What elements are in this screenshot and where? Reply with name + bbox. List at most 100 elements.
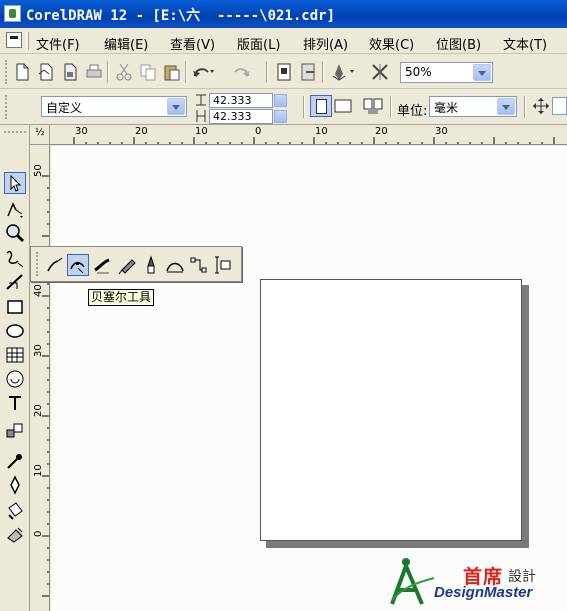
page-layout-icon[interactable] bbox=[362, 95, 384, 117]
interactive-connector-icon[interactable] bbox=[188, 254, 210, 276]
menu-effects[interactable]: 效果(C) bbox=[369, 34, 414, 53]
interactive-fill-tool-icon[interactable] bbox=[4, 524, 26, 546]
bezier-icon bbox=[70, 262, 85, 274]
ruler-origin[interactable]: ½ bbox=[30, 125, 50, 145]
import-icon[interactable] bbox=[274, 62, 294, 82]
pen-icon[interactable] bbox=[116, 254, 138, 276]
freehand-icon[interactable] bbox=[44, 254, 66, 276]
ruler-label: 30 bbox=[435, 126, 448, 137]
artistic-media-icon[interactable] bbox=[92, 254, 114, 276]
height-field[interactable]: 42.333 mm bbox=[209, 109, 273, 137]
toolbox-grip[interactable] bbox=[4, 131, 26, 137]
portrait-icon bbox=[316, 99, 327, 114]
toolbar-separator bbox=[303, 96, 305, 118]
paste-icon[interactable] bbox=[162, 62, 182, 82]
width-spinner[interactable] bbox=[273, 94, 299, 123]
app-icon[interactable] bbox=[4, 5, 21, 22]
flyout-grip[interactable] bbox=[36, 252, 40, 276]
width-field[interactable]: 42.333 mm bbox=[209, 93, 273, 121]
nudge-field[interactable] bbox=[552, 97, 567, 115]
toolbar-separator bbox=[390, 96, 392, 118]
export-icon[interactable] bbox=[298, 62, 318, 82]
ruler-label: 20 bbox=[375, 126, 388, 137]
menu-view[interactable]: 查看(V) bbox=[170, 34, 215, 53]
ruler-label: 0 bbox=[255, 126, 262, 137]
ruler-corner-label: ½ bbox=[35, 127, 45, 138]
save-icon[interactable] bbox=[60, 62, 80, 82]
toolbar-separator bbox=[266, 61, 268, 83]
window-title: CorelDRAW 12 - [E:\六 -----\021.cdr] bbox=[26, 8, 336, 24]
units-select[interactable]: 毫米 bbox=[429, 96, 517, 117]
height-spinner[interactable] bbox=[273, 110, 299, 139]
horizontal-ruler[interactable]: 30 20 10 0 10 20 30 bbox=[50, 125, 567, 145]
title-bar: CorelDRAW 12 - [E:\六 -----\021.cdr] bbox=[0, 0, 567, 28]
toolbar-separator bbox=[107, 61, 109, 83]
print-icon[interactable] bbox=[84, 62, 104, 82]
options-icon[interactable] bbox=[370, 62, 390, 82]
launcher-icon[interactable] bbox=[329, 62, 357, 82]
chevron-down-icon[interactable] bbox=[473, 64, 491, 81]
undo-icon[interactable] bbox=[191, 62, 215, 82]
text-tool-icon[interactable] bbox=[4, 392, 26, 414]
ruler-label: 20 bbox=[33, 404, 44, 417]
units-label: 单位: bbox=[397, 104, 428, 119]
menu-arrange[interactable]: 排列(A) bbox=[303, 34, 348, 53]
propbar-grip[interactable] bbox=[5, 95, 8, 119]
three-point-curve-icon[interactable] bbox=[164, 254, 186, 276]
chevron-down-icon[interactable] bbox=[167, 98, 185, 115]
zoom-tool-icon[interactable] bbox=[4, 222, 26, 244]
watermark-text-cn-small: 設計 bbox=[508, 569, 536, 585]
smart-fill-tool-icon[interactable] bbox=[4, 271, 26, 293]
page-size-value: 自定义 bbox=[46, 101, 83, 115]
toolbar-grip[interactable] bbox=[5, 60, 8, 84]
pick-tool[interactable] bbox=[4, 172, 26, 194]
basic-shapes-tool-icon[interactable] bbox=[4, 368, 26, 390]
menu-layout[interactable]: 版面(L) bbox=[237, 34, 280, 53]
toolbar-separator bbox=[185, 61, 187, 83]
height-icon bbox=[196, 110, 206, 122]
dimension-icon[interactable] bbox=[212, 254, 234, 276]
polyline-icon[interactable] bbox=[140, 254, 162, 276]
fill-tool-icon[interactable] bbox=[4, 500, 26, 522]
ruler-label: 50 bbox=[33, 164, 44, 177]
vertical-ruler[interactable]: 50 40 30 20 10 0 bbox=[30, 145, 50, 611]
ruler-label: 0 bbox=[33, 530, 44, 537]
menu-file[interactable]: 文件(F) bbox=[36, 34, 80, 53]
menu-bitmaps[interactable]: 位图(B) bbox=[436, 34, 481, 53]
menu-grip bbox=[26, 32, 29, 50]
outline-tool-icon[interactable] bbox=[4, 474, 26, 496]
copy-icon[interactable] bbox=[138, 62, 158, 82]
freehand-tool-icon[interactable] bbox=[4, 247, 26, 269]
ruler-label: 10 bbox=[33, 464, 44, 477]
cut-icon[interactable] bbox=[114, 62, 134, 82]
bezier-tool-button[interactable] bbox=[67, 254, 89, 276]
chevron-down-icon[interactable] bbox=[497, 98, 515, 115]
menu-bar bbox=[0, 28, 567, 54]
portrait-button[interactable] bbox=[310, 95, 332, 117]
page-size-select[interactable]: 自定义 bbox=[41, 96, 187, 117]
toolbar-separator bbox=[322, 61, 324, 83]
shape-tool-icon[interactable] bbox=[4, 198, 26, 220]
ruler-label: 10 bbox=[195, 126, 208, 137]
designmaster-logo-icon bbox=[390, 558, 435, 605]
ruler-label: 40 bbox=[33, 284, 44, 297]
eyedropper-tool-icon[interactable] bbox=[4, 450, 26, 472]
menu-text[interactable]: 文本(T) bbox=[503, 34, 547, 53]
redo-icon[interactable] bbox=[230, 62, 254, 82]
interactive-blend-tool-icon[interactable] bbox=[4, 420, 26, 442]
zoom-select[interactable]: 50% bbox=[400, 62, 493, 83]
ellipse-tool-icon[interactable] bbox=[4, 320, 26, 342]
landscape-icon[interactable] bbox=[334, 99, 352, 113]
ruler-label: 30 bbox=[33, 344, 44, 357]
menu-edit[interactable]: 编辑(E) bbox=[104, 34, 148, 53]
width-icon bbox=[196, 94, 206, 106]
graph-paper-tool-icon[interactable] bbox=[4, 344, 26, 366]
new-icon[interactable] bbox=[12, 62, 32, 82]
rectangle-tool-icon[interactable] bbox=[4, 296, 26, 318]
zoom-value: 50% bbox=[405, 65, 432, 79]
ruler-label: 20 bbox=[135, 126, 148, 137]
drawing-page[interactable] bbox=[260, 279, 522, 541]
toolbar-separator bbox=[524, 96, 526, 118]
open-icon[interactable] bbox=[36, 62, 56, 82]
document-icon[interactable] bbox=[6, 32, 22, 48]
